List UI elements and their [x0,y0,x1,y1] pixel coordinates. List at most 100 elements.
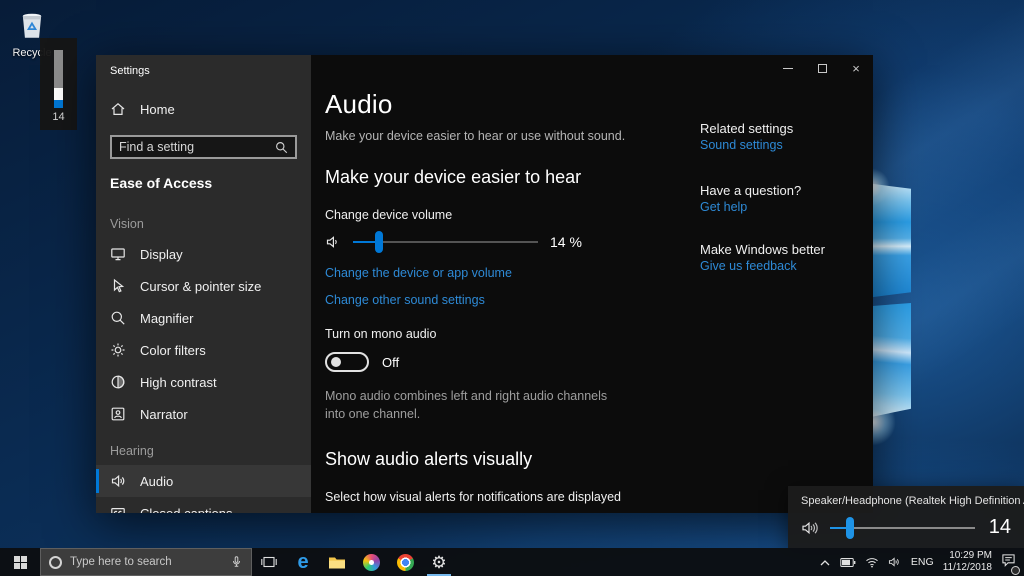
file-explorer-button[interactable] [320,548,354,576]
volume-flyout-device-name: Speaker/Headphone (Realtek High Definiti… [801,495,1011,507]
microphone-icon[interactable] [230,555,243,569]
volume-flyout: Speaker/Headphone (Realtek High Definiti… [788,486,1024,548]
selected-indicator [96,469,99,493]
have-a-question-title: Have a question? [700,183,873,198]
color-filters-icon [110,342,126,358]
volume-flyout-slider-row: 14 [801,516,1011,539]
volume-flyout-value: 14 [985,516,1011,539]
tray-chevron-up-icon[interactable] [819,558,831,567]
sidebar-item-color-filters[interactable]: Color filters [96,334,311,366]
mono-audio-toggle-row: Off [325,352,873,372]
device-volume-value: 14 % [550,234,582,250]
gear-icon: ⚙ [431,554,446,571]
related-settings-title: Related settings [700,121,873,136]
maximize-icon [818,64,827,73]
sidebar-item-label: Home [140,102,175,117]
system-tray: ENG 10:29 PM 11/12/2018 [819,550,1024,575]
settings-button[interactable]: ⚙ [422,548,456,576]
sidebar-item-label: Closed captions [140,506,233,514]
maximize-button[interactable] [805,55,839,81]
volume-flyout-slider[interactable] [830,527,975,529]
windows-logo-icon [14,556,27,569]
display-icon [110,246,126,262]
sidebar-item-audio[interactable]: Audio [96,465,311,497]
edge-icon: e [297,552,308,572]
tray-speaker-icon[interactable] [888,556,902,568]
toggle-knob [331,357,341,367]
task-view-icon [261,555,277,569]
sidebar-item-cursor-pointer-size[interactable]: Cursor & pointer size [96,270,311,302]
settings-window: Settings Home Find a setting Ease of Acc… [96,55,873,513]
minimize-button[interactable] [771,55,805,81]
paint3d-icon [363,554,380,571]
volume-osd: 14 [40,38,77,130]
taskbar-search-input[interactable]: Type here to search [40,548,252,576]
task-view-button[interactable] [252,548,286,576]
change-other-sound-settings-link[interactable]: Change other sound settings [325,293,485,307]
mono-audio-label: Turn on mono audio [325,327,873,341]
action-center-icon [1001,553,1016,567]
volume-flyout-fill [830,527,850,529]
sidebar-item-home[interactable]: Home [96,93,311,125]
narrator-icon [110,406,126,422]
sidebar-item-label: Audio [140,474,173,489]
wifi-icon[interactable] [865,557,879,568]
settings-sidebar: Settings Home Find a setting Ease of Acc… [96,55,311,513]
clock[interactable]: 10:29 PM 11/12/2018 [943,550,992,575]
volume-flyout-thumb[interactable] [846,517,854,539]
battery-icon[interactable] [840,557,856,568]
desktop: Recycle 14 Settings Home Find a setting … [0,0,1024,576]
sidebar-item-label: High contrast [140,375,217,390]
sidebar-item-high-contrast[interactable]: High contrast [96,366,311,398]
settings-main-pane: × Audio Make your device easier to hear … [311,55,873,513]
start-button[interactable] [0,548,40,576]
related-settings-column: Related settings Sound settings Have a q… [700,121,873,275]
sound-settings-link[interactable]: Sound settings [700,138,783,152]
settings-search-placeholder: Find a setting [119,140,194,154]
notification-badge [1011,566,1020,575]
sidebar-item-magnifier[interactable]: Magnifier [96,302,311,334]
minimize-icon [783,68,793,69]
high-contrast-icon [110,374,126,390]
speaker-icon [325,234,341,250]
mono-audio-toggle[interactable] [325,352,369,372]
volume-osd-slider[interactable] [54,50,63,108]
chrome-button[interactable] [388,548,422,576]
language-indicator[interactable]: ENG [911,556,934,568]
close-button[interactable]: × [839,55,873,81]
clock-time: 10:29 PM [943,550,992,563]
page-title: Audio [325,89,873,120]
file-explorer-icon [328,555,346,570]
home-icon [110,101,126,117]
edge-button[interactable]: e [286,548,320,576]
speaker-waves-icon[interactable] [801,520,820,536]
get-help-link[interactable]: Get help [700,200,747,214]
device-volume-thumb[interactable] [375,231,383,253]
audio-icon [110,473,126,489]
volume-osd-thumb[interactable] [54,88,63,100]
sidebar-item-label: Display [140,247,183,262]
sidebar-item-closed-captions[interactable]: Closed captions [96,497,311,513]
window-caption-buttons: × [771,55,873,81]
sidebar-item-label: Narrator [140,407,188,422]
search-icon [275,141,288,154]
sidebar-item-label: Magnifier [140,311,193,326]
give-us-feedback-link[interactable]: Give us feedback [700,259,797,273]
cursor-icon [110,278,126,294]
action-center-button[interactable] [1001,553,1016,572]
section-heading-alerts: Show audio alerts visually [325,449,873,470]
volume-osd-value: 14 [40,111,77,123]
make-windows-better-title: Make Windows better [700,242,873,257]
paint3d-button[interactable] [354,548,388,576]
sidebar-item-narrator[interactable]: Narrator [96,398,311,430]
mono-audio-state: Off [382,355,399,370]
settings-search-input[interactable]: Find a setting [110,135,297,159]
change-app-volume-link[interactable]: Change the device or app volume [325,266,512,280]
magnifier-icon [110,310,126,326]
sidebar-item-display[interactable]: Display [96,238,311,270]
device-volume-slider[interactable] [353,241,538,243]
mono-audio-description: Mono audio combines left and right audio… [325,388,617,423]
clock-date: 11/12/2018 [943,562,992,575]
closed-captions-icon [110,505,126,513]
device-volume-fill [353,241,379,243]
